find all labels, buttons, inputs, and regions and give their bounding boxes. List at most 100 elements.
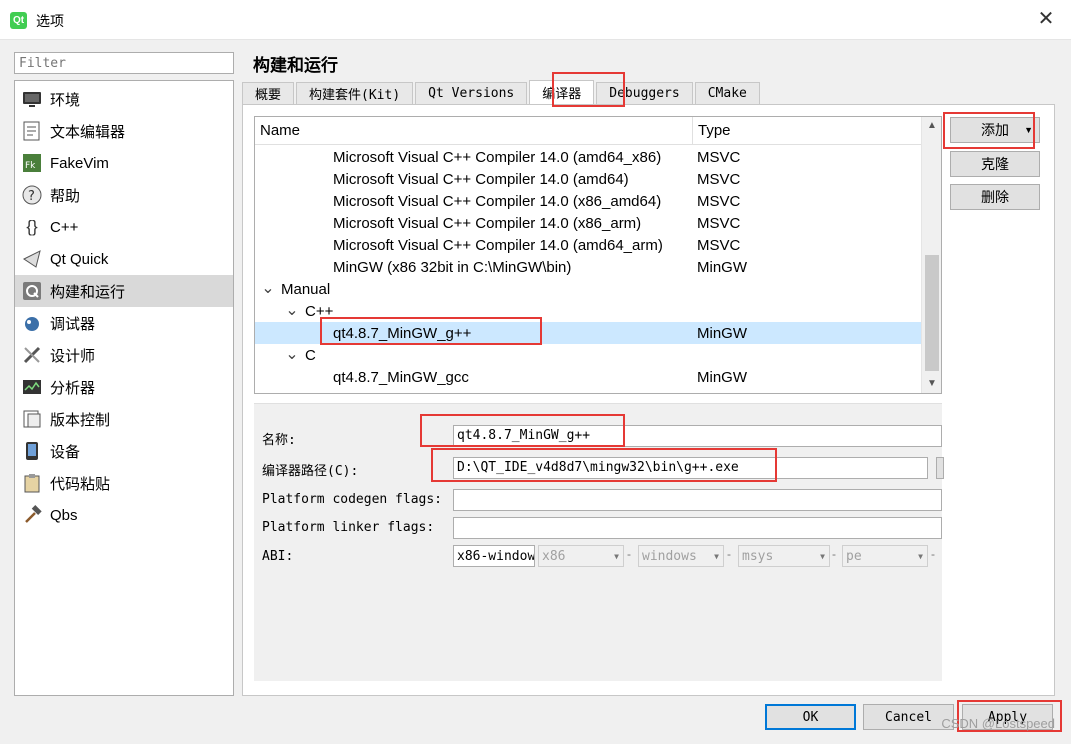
nav-item-label: FakeVim	[50, 154, 109, 172]
device-icon	[21, 440, 43, 462]
tab-debuggers[interactable]: Debuggers	[596, 82, 693, 104]
tree-row-label: Manual	[281, 280, 331, 298]
tab-compilers[interactable]: 编译器	[529, 80, 595, 104]
remove-button[interactable]: 删除	[950, 184, 1040, 210]
nav-item-fakevim[interactable]: Fk FakeVim	[15, 147, 233, 179]
tree-row-name: ⌄ C	[255, 347, 693, 364]
nav-item-analyzer[interactable]: 分析器	[15, 371, 233, 403]
tab-overview[interactable]: 概要	[242, 82, 295, 104]
tree-row-type: MSVC	[697, 236, 741, 254]
nav-item-environment[interactable]: 环境	[15, 83, 233, 115]
codegen-flags-field[interactable]	[453, 489, 942, 511]
nav-item-label: 设计师	[50, 347, 96, 365]
tree-row-label: Microsoft Visual C++ Compiler 14.0 (x86_…	[333, 214, 642, 232]
nav-item-help[interactable]: ? 帮助	[15, 179, 233, 211]
tab-kits[interactable]: 构建套件(Kit)	[296, 82, 414, 104]
tree-row-type: MSVC	[697, 170, 741, 188]
tree-row[interactable]: ⌄ Manual	[255, 278, 921, 300]
hammer-icon	[21, 504, 43, 526]
ok-button[interactable]: OK	[765, 704, 856, 730]
nav-item-text-editor[interactable]: 文本编辑器	[15, 115, 233, 147]
debugger-icon	[21, 312, 43, 334]
scroll-down-icon[interactable]: ▼	[922, 375, 941, 393]
tree-row-name: Microsoft Visual C++ Compiler 14.0 (x86_…	[255, 193, 693, 210]
nav-item-designer[interactable]: 设计师	[15, 339, 233, 371]
compiler-path-label: 编译器路径(C):	[262, 464, 359, 479]
nav-item-label: 构建和运行	[50, 283, 126, 301]
tree-rows: Microsoft Visual C++ Compiler 14.0 (amd6…	[255, 146, 921, 388]
tree-row[interactable]: ⌄ C	[255, 344, 921, 366]
abi-select[interactable]: x86-windows-msys-pe-32bit	[453, 545, 535, 567]
tab-qt-versions[interactable]: Qt Versions	[415, 82, 528, 104]
chevron-down-icon[interactable]: ⌄	[285, 347, 299, 363]
svg-text:Fk: Fk	[25, 161, 36, 171]
tree-row[interactable]: Microsoft Visual C++ Compiler 14.0 (x86_…	[255, 212, 921, 234]
nav-item-label: 代码粘贴	[50, 475, 111, 493]
tree-row-type: MSVC	[697, 214, 741, 232]
tree-row[interactable]: Microsoft Visual C++ Compiler 14.0 (amd6…	[255, 234, 921, 256]
linker-flags-label: Platform linker flags:	[262, 520, 435, 535]
tab-bar: 概要 构建套件(Kit) Qt Versions 编译器 Debuggers C…	[242, 80, 762, 104]
column-header-name[interactable]: Name	[255, 117, 693, 144]
abi-flavor-select: msys ▼	[738, 545, 830, 567]
nav-item-label: C++	[50, 218, 79, 236]
cancel-button[interactable]: Cancel	[863, 704, 954, 730]
separator: -	[727, 547, 731, 561]
dropdown-arrow-icon: ▼	[918, 551, 923, 561]
chevron-down-icon[interactable]: ⌄	[285, 303, 299, 319]
tree-row-name: qt4.8.7_MinGW_gcc	[255, 369, 693, 386]
name-field[interactable]: qt4.8.7_MinGW_g++	[453, 425, 942, 447]
add-button[interactable]: 添加 ▼	[950, 117, 1040, 143]
tree-row-name: ⌄ C++	[255, 303, 693, 320]
nav-item-cpp[interactable]: {} C++	[15, 211, 233, 243]
tree-row-name: Microsoft Visual C++ Compiler 14.0 (amd6…	[255, 171, 693, 188]
separator: -	[832, 547, 836, 561]
nav-item-version-control[interactable]: 版本控制	[15, 403, 233, 435]
tree-row[interactable]: Microsoft Visual C++ Compiler 14.0 (amd6…	[255, 146, 921, 168]
tree-scrollbar[interactable]: ▲ ▼	[921, 117, 941, 393]
tree-row[interactable]: ⌄ C++	[255, 300, 921, 322]
tree-row-name: ⌄ Manual	[255, 281, 693, 298]
nav-item-qt-quick[interactable]: Qt Quick	[15, 243, 233, 275]
clone-button[interactable]: 克隆	[950, 151, 1040, 177]
tree-row-label: C	[305, 346, 316, 364]
tree-row-type: MinGW	[697, 258, 747, 276]
tree-row[interactable]: MinGW (x86 32bit in C:\MinGW\bin) MinGW	[255, 256, 921, 278]
dropdown-arrow-icon: ▼	[1024, 125, 1033, 135]
nav-item-qbs[interactable]: Qbs	[15, 499, 233, 531]
dropdown-arrow-icon: ▼	[614, 551, 619, 561]
compiler-path-field[interactable]: D:\QT_IDE_v4d8d7\mingw32\bin\g++.exe	[453, 457, 928, 479]
nav-item-label: 分析器	[50, 379, 96, 397]
category-list: 环境 文本编辑器 Fk FakeVim ? 帮助 {} C++ Qt Quick…	[14, 80, 234, 696]
fakevim-icon: Fk	[21, 152, 43, 174]
abi-format-select: pe ▼	[842, 545, 928, 567]
tree-header: Name Type	[255, 117, 921, 145]
filter-input[interactable]	[14, 52, 234, 74]
nav-item-code-paste[interactable]: 代码粘贴	[15, 467, 233, 499]
linker-flags-field[interactable]	[453, 517, 942, 539]
tab-cmake[interactable]: CMake	[694, 82, 760, 104]
browse-button[interactable]	[936, 457, 944, 479]
scroll-up-icon[interactable]: ▲	[922, 117, 941, 135]
nav-item-label: 调试器	[50, 315, 96, 333]
close-icon[interactable]: ✕	[1035, 8, 1057, 30]
tree-row[interactable]: qt4.8.7_MinGW_g++ MinGW	[255, 322, 921, 344]
tree-row[interactable]: Microsoft Visual C++ Compiler 14.0 (amd6…	[255, 168, 921, 190]
tree-row[interactable]: qt4.8.7_MinGW_gcc MinGW	[255, 366, 921, 388]
name-label: 名称:	[262, 433, 296, 448]
abi-os-value: windows	[642, 548, 697, 564]
tree-row-label: MinGW (x86 32bit in C:\MinGW\bin)	[333, 258, 572, 276]
nav-item-debugger[interactable]: 调试器	[15, 307, 233, 339]
nav-item-devices[interactable]: 设备	[15, 435, 233, 467]
nav-item-build-run[interactable]: 构建和运行	[15, 275, 233, 307]
column-header-type[interactable]: Type	[693, 117, 731, 144]
tree-row-type: MinGW	[697, 324, 747, 342]
tree-row-label: Microsoft Visual C++ Compiler 14.0 (x86_…	[333, 192, 662, 210]
tree-row-type: MinGW	[697, 368, 747, 386]
abi-select-value: x86-windows-msys-pe-32bit	[457, 548, 535, 564]
scrollbar-thumb[interactable]	[925, 255, 939, 371]
nav-item-label: Qbs	[50, 506, 78, 524]
abi-arch-select: x86 ▼	[538, 545, 624, 567]
chevron-down-icon[interactable]: ⌄	[261, 281, 275, 297]
tree-row[interactable]: Microsoft Visual C++ Compiler 14.0 (x86_…	[255, 190, 921, 212]
